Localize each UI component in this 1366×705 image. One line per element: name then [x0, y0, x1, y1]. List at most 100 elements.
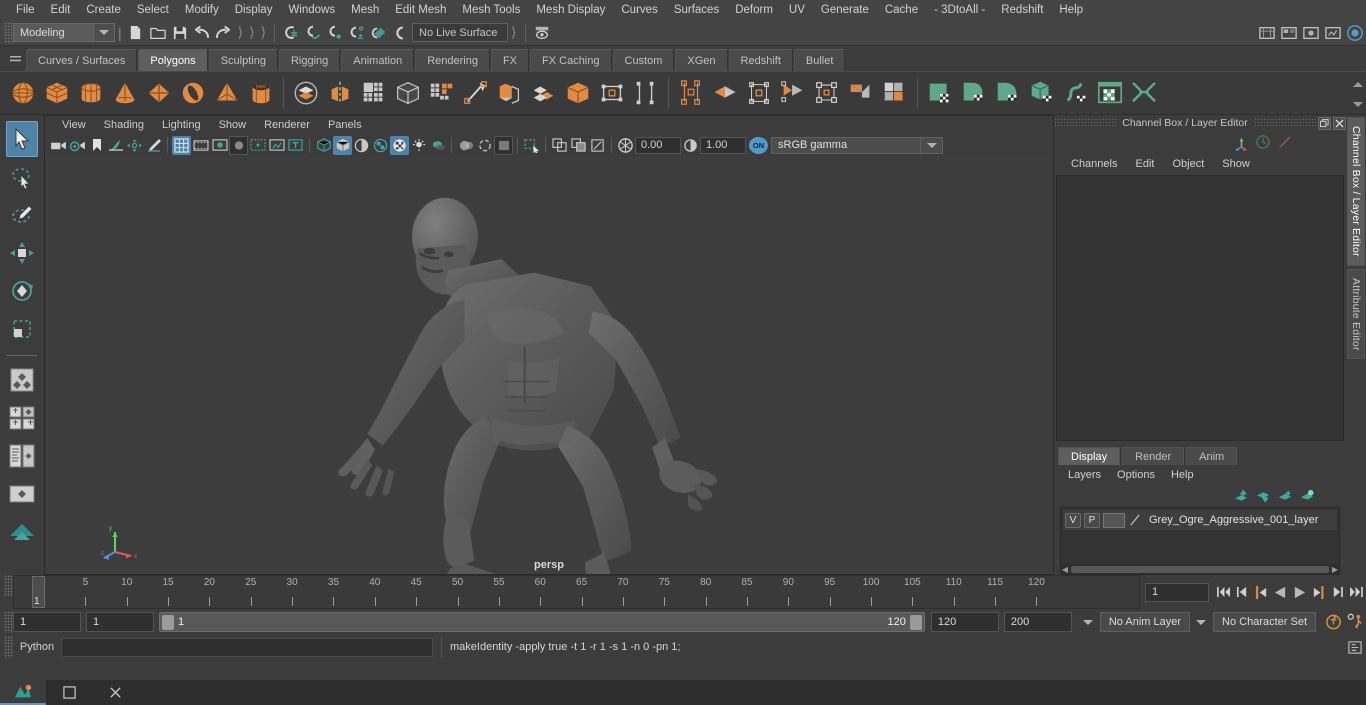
xray-active-components-icon[interactable]: [569, 136, 588, 155]
use-all-lights-icon[interactable]: [409, 136, 428, 155]
persp-graph-layout-icon[interactable]: [6, 514, 38, 550]
layer-list-scrollbar[interactable]: ◀ ▶: [1061, 564, 1339, 574]
shaded-wireframe-icon[interactable]: [352, 136, 371, 155]
character-set-select[interactable]: No Character Set: [1213, 612, 1316, 632]
uv-cube-map-icon[interactable]: [1025, 76, 1059, 110]
bookmark-icon[interactable]: [87, 136, 106, 155]
gate-mask-icon[interactable]: [229, 135, 248, 155]
move-layer-up-icon[interactable]: [1230, 487, 1252, 505]
gamma-contrast-icon[interactable]: [681, 136, 700, 155]
lasso-select-tool-icon[interactable]: [6, 159, 38, 195]
texture-checker-icon[interactable]: [390, 135, 409, 155]
close-icon[interactable]: [1333, 116, 1346, 130]
shelf-tab-bullet[interactable]: Bullet: [793, 49, 846, 71]
uv-unfold-icon[interactable]: [957, 76, 991, 110]
isolate-select-icon[interactable]: [522, 136, 541, 155]
channel-menu-object[interactable]: Object: [1163, 158, 1213, 170]
layer-list[interactable]: V P Grey_Ogre_Aggressive_001_layer ◀ ▶: [1060, 507, 1340, 575]
select-component-toggle[interactable]: ⟩: [258, 24, 269, 41]
new-layer-from-selected-icon[interactable]: [1296, 487, 1318, 505]
uv-cylindrical-icon[interactable]: [776, 76, 810, 110]
command-language-label[interactable]: Python: [13, 641, 61, 653]
combine-icon[interactable]: [289, 76, 323, 110]
shelf-scroll-controls[interactable]: [1352, 74, 1364, 114]
taskbar-close-button[interactable]: [92, 680, 138, 705]
new-layer-icon[interactable]: [1274, 487, 1296, 505]
select-object-toggle[interactable]: ⟩: [246, 24, 257, 41]
move-layer-down-icon[interactable]: [1252, 487, 1274, 505]
channel-menu-show[interactable]: Show: [1213, 158, 1259, 170]
uv-spherical-icon[interactable]: [742, 76, 776, 110]
current-frame-field[interactable]: [1145, 582, 1209, 602]
viewport-3d-canvas[interactable]: y x z persp: [45, 156, 1053, 574]
channel-menu-edit[interactable]: Edit: [1126, 158, 1163, 170]
channel-slider-icon[interactable]: [1274, 131, 1296, 153]
mirror-icon[interactable]: [425, 76, 459, 110]
menu-item-redshift[interactable]: Redshift: [993, 0, 1051, 20]
poly-pyramid-icon[interactable]: [210, 76, 244, 110]
viewport-menu-panels[interactable]: Panels: [319, 116, 371, 134]
scroll-right-arrow[interactable]: ▶: [1331, 565, 1339, 574]
layer-color-swatch[interactable]: [1103, 512, 1125, 528]
render-sequence-icon[interactable]: [1278, 22, 1300, 44]
viewport-renderer-icon[interactable]: [616, 136, 635, 155]
play-forwards-icon[interactable]: [1290, 581, 1309, 603]
two-d-pan-zoom-icon[interactable]: [125, 136, 144, 155]
outliner-persp-layout-icon[interactable]: [6, 476, 38, 512]
uv-editor-icon[interactable]: [923, 76, 957, 110]
view-transform-toggle[interactable]: ON: [749, 136, 768, 154]
range-end-handle[interactable]: [909, 614, 922, 630]
smooth-shade-icon[interactable]: [333, 135, 352, 155]
undock-icon[interactable]: [1318, 116, 1331, 130]
shelf-tab-animation[interactable]: Animation: [341, 49, 415, 71]
axis-gizmo-icon[interactable]: [1230, 131, 1252, 153]
snap-to-view-plane-icon[interactable]: [368, 22, 390, 44]
make-live-icon[interactable]: [390, 22, 412, 44]
viewport-menu-show[interactable]: Show: [210, 116, 256, 134]
viewport-menu-renderer[interactable]: Renderer: [255, 116, 319, 134]
channel-menu-channels[interactable]: Channels: [1062, 158, 1126, 170]
layer-menu-options[interactable]: Options: [1109, 469, 1163, 481]
menu-item-edit[interactable]: Edit: [43, 0, 79, 20]
rotate-tool-icon[interactable]: [6, 273, 38, 309]
paint-select-tool-icon[interactable]: [6, 197, 38, 233]
anim-layer-select[interactable]: No Anim Layer: [1099, 612, 1191, 632]
layer-row[interactable]: V P Grey_Ogre_Aggressive_001_layer: [1063, 510, 1337, 530]
layer-tab-anim[interactable]: Anim: [1186, 447, 1238, 465]
wireframe-icon[interactable]: [314, 136, 333, 155]
uv-layout-icon[interactable]: [991, 76, 1025, 110]
bevel-icon[interactable]: [459, 76, 493, 110]
step-forward-frame-icon[interactable]: [1328, 581, 1347, 603]
uv-planar-icon[interactable]: [708, 76, 742, 110]
menu-item-curves[interactable]: Curves: [613, 0, 665, 20]
image-plane-icon[interactable]: [106, 136, 125, 155]
snap-to-point-icon[interactable]: [324, 22, 346, 44]
ogre-character-model[interactable]: [45, 156, 1053, 574]
multi-cut-icon[interactable]: [527, 76, 561, 110]
menu-item-edit-mesh[interactable]: Edit Mesh: [387, 0, 454, 20]
poly-plane-icon[interactable]: [142, 76, 176, 110]
quad-draw-icon[interactable]: [595, 76, 629, 110]
show-hide-editors-icon[interactable]: [531, 22, 553, 44]
layer-scroll-thumb[interactable]: [1071, 565, 1329, 573]
menu-item-modify[interactable]: Modify: [177, 0, 227, 20]
exposure-icon[interactable]: [267, 136, 286, 155]
shelf-tab-rigging[interactable]: Rigging: [278, 49, 341, 71]
gamma-field[interactable]: 1.00: [700, 136, 746, 154]
auto-key-icon[interactable]: [1322, 611, 1344, 633]
range-end-field[interactable]: [930, 612, 999, 632]
save-scene-icon[interactable]: [169, 22, 191, 44]
time-slider-grip[interactable]: [4, 575, 13, 597]
select-camera-icon[interactable]: [49, 136, 68, 155]
uv-camera-based-icon[interactable]: [844, 76, 878, 110]
step-back-key-icon[interactable]: [1252, 581, 1271, 603]
step-forward-key-icon[interactable]: [1309, 581, 1328, 603]
grid-icon[interactable]: [172, 135, 191, 155]
shelf-tab-xgen[interactable]: XGen: [675, 49, 728, 71]
panel-grip-right[interactable]: [1253, 118, 1316, 128]
view-transform-dropdown-arrow[interactable]: [921, 136, 943, 154]
menu-set-dropdown-arrow[interactable]: [93, 23, 115, 42]
snap-to-projected-center-icon[interactable]: [346, 22, 368, 44]
poly-torus-icon[interactable]: [176, 76, 210, 110]
menu-item-create[interactable]: Create: [78, 0, 129, 20]
